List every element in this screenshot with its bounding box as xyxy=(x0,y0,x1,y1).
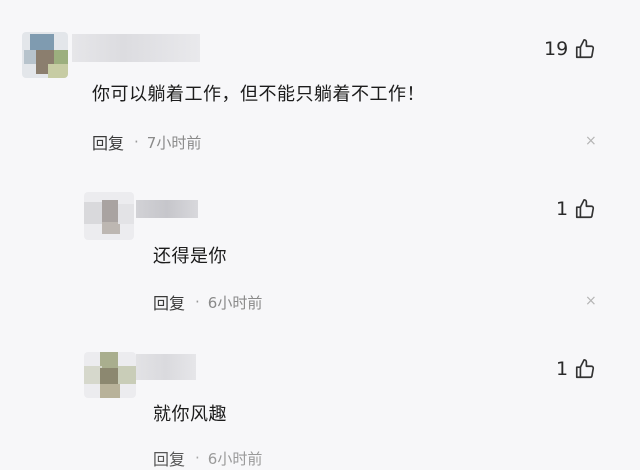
meta-separator: · xyxy=(195,449,200,467)
like-button[interactable]: 1 xyxy=(556,358,596,380)
username-blurred[interactable] xyxy=(136,354,196,380)
like-count: 1 xyxy=(556,358,569,380)
reply-button[interactable]: 回复 xyxy=(153,446,185,470)
avatar[interactable] xyxy=(84,352,136,398)
comment-time: 6小时前 xyxy=(207,449,263,468)
thumbs-up-icon xyxy=(574,358,596,380)
comment-meta: 回复 · 6小时前 xyxy=(153,446,262,470)
comment-item: 1 就你风趣 回复 · 6小时前 xyxy=(0,0,640,469)
comment-text: 就你风趣 xyxy=(153,404,227,425)
